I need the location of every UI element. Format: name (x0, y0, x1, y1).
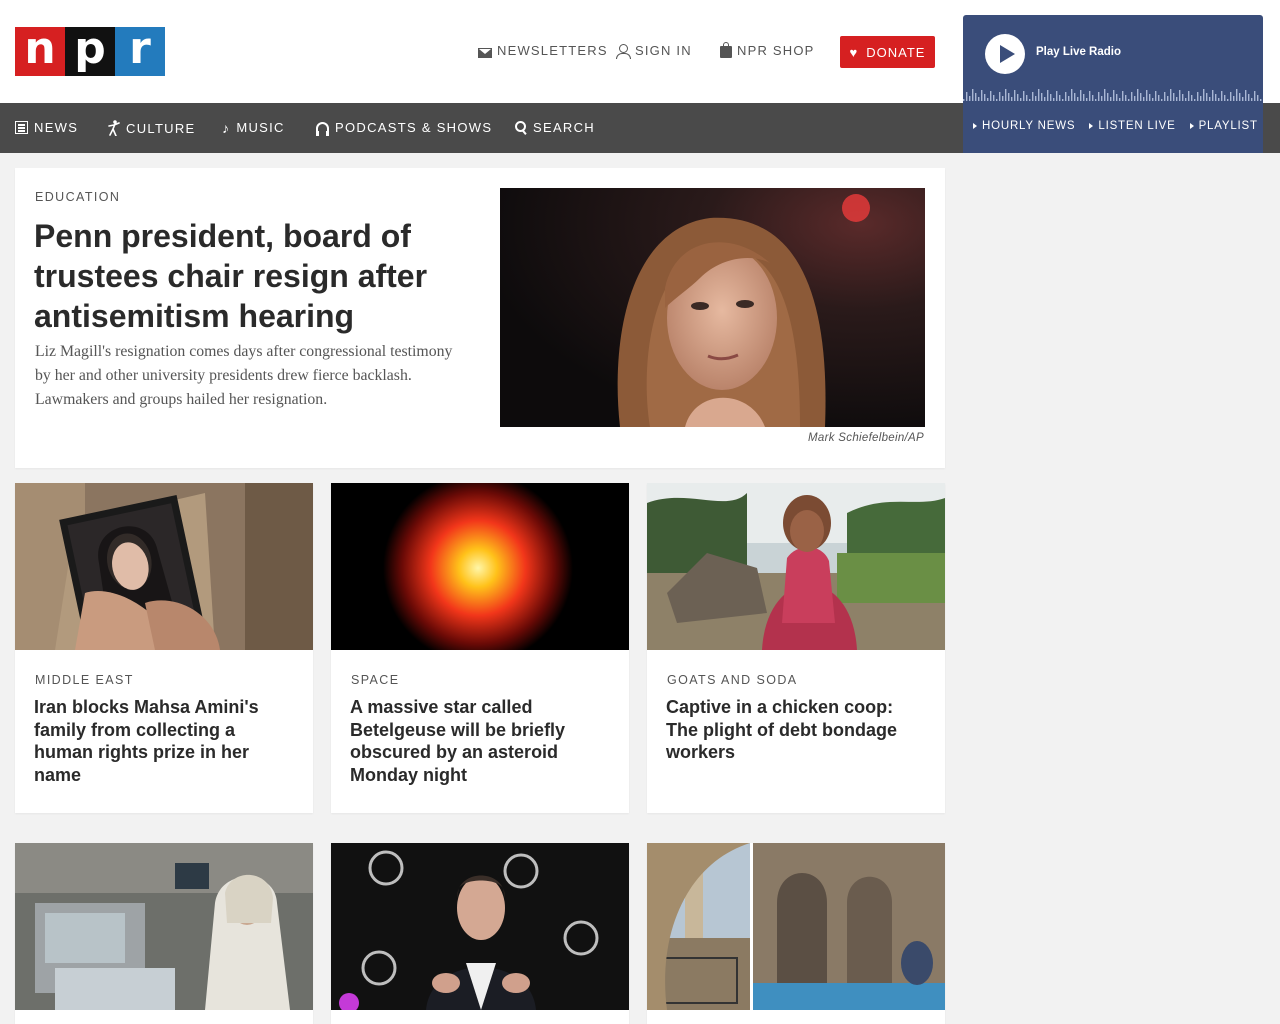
sign-in-link[interactable]: Sign In (616, 43, 692, 59)
nav-item-search[interactable]: Search (515, 120, 595, 135)
logo-letter-p: p (65, 27, 115, 76)
story-image[interactable] (647, 843, 945, 1010)
headphones-icon (316, 121, 329, 136)
play-arrow-icon (1189, 123, 1194, 129)
playlist-link[interactable]: Playlist (1189, 120, 1258, 132)
featured-story-teaser: Liz Magill's resignation comes days afte… (35, 343, 453, 408)
npr-shop-link[interactable]: NPR Shop (720, 41, 815, 58)
story-image[interactable] (15, 843, 313, 1010)
story-slug[interactable]: Education (35, 190, 120, 204)
live-radio-panel: Play Live Radio Hourly News Listen Live … (963, 15, 1263, 153)
hourly-news-link[interactable]: Hourly News (973, 120, 1075, 132)
music-note-icon: ♪ (222, 119, 231, 136)
newsletters-label: Newsletters (497, 43, 608, 58)
story-image[interactable] (331, 483, 629, 650)
story-headline[interactable]: Iran blocks Mahsa Amini's family from co… (34, 696, 284, 786)
npr-shop-label: NPR Shop (737, 43, 815, 58)
nav-search-label: Search (533, 120, 595, 135)
npr-logo[interactable]: n p r (15, 27, 165, 76)
play-icon[interactable] (985, 34, 1025, 74)
story-card: Goats and Soda Captive in a chicken coop… (647, 483, 945, 813)
donate-label: Donate (866, 44, 926, 60)
envelope-icon (478, 47, 492, 58)
hourly-news-label: Hourly News (982, 120, 1076, 132)
nav-item-culture[interactable]: Culture (108, 120, 196, 136)
listen-live-label: Listen Live (1098, 120, 1176, 132)
nav-item-podcasts-shows[interactable]: Podcasts & Shows (316, 120, 493, 136)
nav-podcasts-label: Podcasts & Shows (335, 120, 493, 135)
story-image[interactable] (331, 843, 629, 1010)
story-slug[interactable]: Middle East (35, 673, 134, 687)
nav-news-label: News (34, 120, 79, 135)
story-image[interactable] (15, 483, 313, 650)
nav-item-news[interactable]: News (15, 120, 78, 135)
shopping-bag-icon (720, 41, 732, 58)
image-credit: Mark Schiefelbein/AP (808, 432, 924, 444)
radio-links: Hourly News Listen Live Playlist (973, 120, 1258, 132)
story-card (647, 843, 945, 1024)
story-card: Middle East Iran blocks Mahsa Amini's fa… (15, 483, 313, 813)
story-card (15, 843, 313, 1024)
featured-story-headline[interactable]: Penn president, board of trustees chair … (34, 216, 464, 336)
story-slug[interactable]: Goats and Soda (667, 673, 798, 687)
featured-story-image[interactable] (500, 188, 925, 427)
story-slug[interactable]: Space (351, 673, 399, 687)
logo-letter-r: r (115, 27, 165, 76)
story-image[interactable] (647, 483, 945, 650)
play-arrow-icon (973, 123, 977, 129)
newspaper-icon (15, 121, 28, 134)
featured-story: Education Penn president, board of trust… (15, 168, 945, 468)
play-arrow-icon (1089, 123, 1094, 129)
search-icon (515, 120, 527, 135)
nav-culture-label: Culture (126, 120, 196, 136)
sign-in-label: Sign In (635, 43, 692, 58)
story-card: Space A massive star called Betelgeuse w… (331, 483, 629, 813)
dancer-icon (108, 120, 120, 136)
nav-item-music[interactable]: ♪ Music (222, 120, 285, 135)
donate-button[interactable]: ♥ Donate (840, 36, 935, 68)
story-headline[interactable]: Captive in a chicken coop: The plight of… (666, 696, 916, 764)
audio-waveform-icon (963, 89, 1262, 101)
nav-music-label: Music (236, 120, 285, 135)
listen-live-link[interactable]: Listen Live (1089, 120, 1175, 132)
newsletters-link[interactable]: Newsletters (478, 43, 608, 58)
logo-letter-n: n (15, 27, 65, 76)
heart-icon: ♥ (849, 44, 859, 60)
playlist-label: Playlist (1198, 120, 1258, 132)
user-icon (616, 43, 631, 59)
play-live-radio-label[interactable]: Play Live Radio (1036, 46, 1121, 58)
story-headline[interactable]: A massive star called Betelgeuse will be… (350, 696, 600, 786)
story-card (331, 843, 629, 1024)
